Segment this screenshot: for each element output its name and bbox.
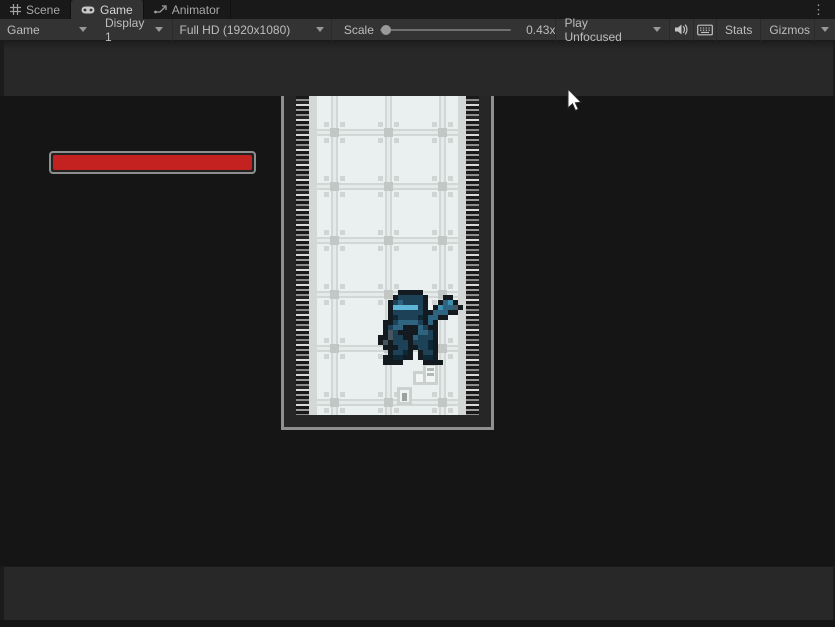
tile-grid-line-v [331, 96, 338, 415]
window-menu-kebab-icon[interactable]: ⋮ [808, 0, 829, 19]
caret-down-icon [821, 27, 829, 32]
unity-game-view-window: Scene Game Animator ⋮ Game Display 1 Ful… [0, 0, 835, 627]
tile-rivet [384, 182, 393, 191]
scale-label: Scale [343, 22, 374, 37]
tab-scene[interactable]: Scene [0, 0, 72, 19]
gamepad-icon [81, 5, 95, 15]
stats-button[interactable]: Stats [715, 18, 760, 41]
wall-column-left [309, 96, 317, 415]
tab-scene-label: Scene [26, 2, 61, 17]
tile-grid-line-v [385, 96, 392, 415]
tile-grid-line-v [439, 96, 446, 415]
crate-block [402, 393, 407, 401]
health-bar-fill [53, 155, 252, 170]
tile-rivet [330, 128, 339, 137]
tab-animator-label: Animator [171, 2, 220, 17]
keyboard-icon [696, 24, 713, 36]
platform-step-high [423, 363, 438, 385]
tile-rivet [330, 290, 339, 299]
letterbox-bottom [0, 566, 835, 620]
tile-rivet [438, 182, 447, 191]
gizmos-dropdown[interactable] [814, 18, 835, 41]
caret-down-icon [78, 27, 87, 32]
wall-column-right [458, 96, 466, 415]
speaker-icon [674, 23, 689, 36]
window-footer-strip [0, 620, 835, 627]
caret-down-icon [315, 27, 324, 32]
view-mode-label: Game [7, 22, 40, 37]
tile-rivet [438, 236, 447, 245]
input-debug-button[interactable] [692, 18, 716, 41]
tile-rivet [330, 182, 339, 191]
tile-rivet [330, 398, 339, 407]
caret-down-icon [154, 27, 163, 32]
platform-slot [427, 368, 434, 371]
tile-rivet [438, 128, 447, 137]
tile-rivet [384, 398, 393, 407]
player-knight-sprite [378, 290, 463, 365]
scale-slider-handle[interactable] [380, 24, 391, 35]
game-viewport-area [0, 41, 835, 627]
chain-edge-right [466, 96, 479, 415]
resolution-dropdown[interactable]: Full HD (1920x1080) [171, 18, 332, 41]
chain-edge-left [296, 96, 309, 415]
display-label: Display 1 [104, 15, 145, 44]
scale-slider-track[interactable] [379, 28, 511, 31]
display-dropdown[interactable]: Display 1 [98, 15, 170, 44]
scale-value: 0.43x [526, 22, 556, 37]
game-view-toolbar: Game Display 1 Full HD (1920x1080) Scale… [0, 15, 835, 44]
play-mode-label: Play Unfocused [564, 15, 622, 44]
platform-slot [427, 373, 434, 376]
tab-game-label: Game [100, 2, 133, 17]
tile-rivet [384, 236, 393, 245]
tab-animator[interactable]: Animator [144, 0, 231, 19]
tile-rivet [384, 128, 393, 137]
animator-transition-icon [153, 4, 167, 15]
health-bar [49, 151, 256, 174]
tile-rivet [330, 344, 339, 353]
caret-down-icon [653, 27, 662, 32]
tile-rivet [438, 398, 447, 407]
view-mode-dropdown[interactable]: Game [0, 19, 94, 41]
crate-outline [397, 387, 412, 405]
scale-slider[interactable] [379, 19, 511, 41]
tower-level [281, 96, 494, 430]
scene-grid-icon [10, 4, 21, 15]
game-render[interactable] [0, 96, 835, 566]
stats-label: Stats [724, 22, 753, 37]
mute-audio-button[interactable] [669, 18, 692, 41]
resolution-label: Full HD (1920x1080) [179, 22, 291, 37]
gizmos-button[interactable]: Gizmos [760, 18, 814, 41]
gizmos-label: Gizmos [769, 22, 810, 37]
play-mode-dropdown[interactable]: Play Unfocused [555, 15, 669, 44]
letterbox-top [0, 41, 835, 96]
tower-playfield [296, 96, 479, 415]
tile-rivet [330, 236, 339, 245]
